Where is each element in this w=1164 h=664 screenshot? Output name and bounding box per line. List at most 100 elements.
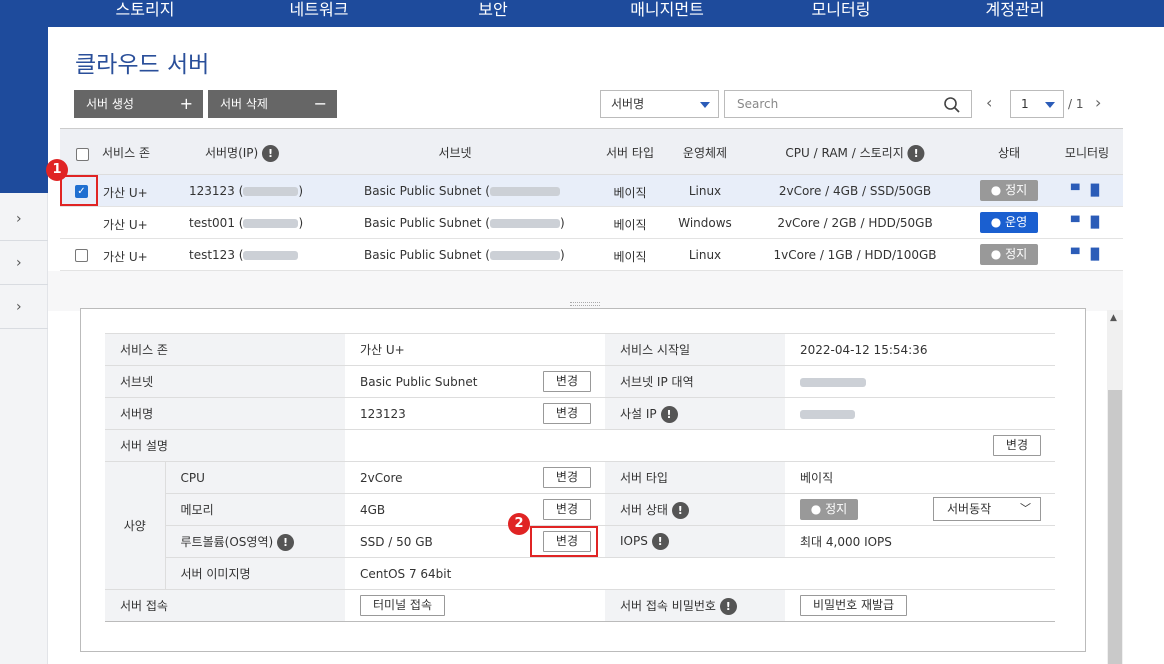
detail-private-ip-value	[785, 397, 1055, 430]
info-icon[interactable]: !	[262, 145, 280, 162]
chart-icon[interactable]: ▐▌	[1086, 216, 1103, 229]
table-row[interactable]: 가산 U+ test001 () Basic Public Subnet () …	[60, 207, 1123, 239]
table-row[interactable]: 가산 U+ test123 ( Basic Public Subnet () 베…	[60, 239, 1123, 271]
detail-private-ip-label: 사설 IP	[620, 406, 657, 421]
sidebar-expand-1[interactable]: ›	[0, 197, 48, 241]
col-spec-label: CPU / RAM / 스토리지	[785, 146, 904, 160]
monitoring-icons[interactable]: ▀ ▐▌	[1071, 216, 1103, 229]
detail-subnet-value: Basic Public Subnet	[360, 374, 478, 389]
redacted-subnet	[489, 187, 560, 196]
detail-start-label: 서비스 시작일	[605, 333, 785, 366]
status-text: 정지	[1005, 183, 1028, 197]
col-zone: 서비스 존	[102, 146, 150, 160]
redacted-subnet-ip	[800, 377, 866, 387]
redacted-subnet	[489, 219, 560, 228]
sidebar-expand-3[interactable]: ›	[0, 285, 48, 329]
nav-storage[interactable]: 스토리지	[116, 0, 175, 20]
detail-state-label: 서버 상태	[620, 502, 668, 517]
detail-name-label: 서버명	[105, 397, 345, 430]
server-action-value: 서버동작	[947, 502, 992, 516]
create-server-button[interactable]: 서버 생성 +	[74, 90, 203, 118]
table-row[interactable]: ✓ 가산 U+ 123123 () Basic Public Subnet ( …	[60, 175, 1123, 207]
col-spec: CPU / RAM / 스토리지 !	[785, 144, 925, 162]
search-field-select[interactable]: 서버명	[600, 90, 719, 118]
detail-type-value: 베이직	[785, 461, 1055, 494]
row-name-text: 123123 (	[189, 184, 244, 198]
search-field-value: 서버명	[611, 97, 645, 111]
chart-icon[interactable]: ▐▌	[1086, 184, 1103, 197]
nav-account[interactable]: 계정관리	[986, 0, 1045, 20]
resize-handle[interactable]	[570, 302, 600, 306]
detail-cpu-cell: 2vCore 변경	[345, 461, 605, 494]
nav-monitoring[interactable]: 모니터링	[812, 0, 871, 20]
monitor-icon[interactable]: ▀	[1071, 184, 1079, 197]
info-icon[interactable]: !	[671, 501, 689, 519]
row-subnet-text: Basic Public Subnet (	[364, 248, 490, 262]
search-input[interactable]: Search	[724, 90, 972, 118]
prev-page-icon[interactable]: ‹	[986, 93, 992, 112]
info-icon[interactable]: !	[719, 597, 737, 615]
monitoring-icons[interactable]: ▀ ▐▌	[1071, 184, 1103, 197]
caret-down-icon	[700, 102, 710, 108]
row-checkbox[interactable]	[75, 249, 88, 262]
status-badge: ● 정지	[800, 499, 858, 520]
minus-icon: −	[313, 94, 327, 113]
password-reissue-button[interactable]: 비밀번호 재발급	[800, 595, 908, 616]
monitor-icon[interactable]: ▀	[1071, 248, 1079, 261]
row-spec: 2vCore / 2GB / HDD/50GB	[777, 216, 933, 230]
detail-pw-label-cell: 서버 접속 비밀번호 !	[605, 589, 785, 622]
scroll-up-icon[interactable]: ▲	[1110, 313, 1117, 323]
scrollbar-thumb[interactable]	[1108, 390, 1122, 664]
change-mem-button[interactable]: 변경	[542, 499, 591, 520]
search-placeholder: Search	[737, 97, 779, 111]
server-action-dropdown[interactable]: 서버동작 ﹀	[933, 497, 1041, 521]
row-type: 베이직	[613, 250, 647, 264]
status-text: 정지	[1005, 247, 1028, 261]
nav-network[interactable]: 네트워크	[290, 0, 349, 20]
annotation-badge-2: 2	[508, 513, 530, 535]
row-name: test001 ()	[189, 216, 303, 230]
row-type: 베이직	[613, 218, 647, 232]
monitor-icon[interactable]: ▀	[1071, 216, 1079, 229]
change-cpu-button[interactable]: 변경	[542, 467, 591, 488]
detail-mem-label: 메모리	[164, 493, 345, 526]
delete-server-button[interactable]: 서버 삭제 −	[208, 90, 337, 118]
row-spec: 1vCore / 1GB / HDD/100GB	[773, 248, 937, 262]
change-name-button[interactable]: 변경	[542, 403, 591, 424]
detail-image-label: 서버 이미지명	[164, 557, 345, 590]
change-desc-button[interactable]: 변경	[992, 435, 1041, 456]
row-os: Windows	[678, 216, 732, 230]
detail-subnet-ip-label: 서브넷 IP 대역	[605, 365, 785, 398]
redacted-ip	[243, 187, 299, 196]
nav-security[interactable]: 보안	[478, 0, 507, 20]
detail-state-label-cell: 서버 상태 !	[605, 493, 785, 526]
next-page-icon[interactable]: ›	[1095, 93, 1101, 112]
status-text: 운영	[1005, 215, 1028, 229]
annotation-badge-1: 1	[46, 159, 68, 181]
info-icon[interactable]: !	[660, 405, 678, 423]
info-icon[interactable]: !	[907, 145, 925, 162]
row-subnet-end: )	[559, 248, 565, 262]
page-select[interactable]: 1	[1010, 90, 1064, 118]
search-icon[interactable]	[943, 96, 961, 114]
nav-management[interactable]: 매니지먼트	[630, 0, 704, 20]
create-server-label: 서버 생성	[86, 97, 134, 111]
terminal-access-button[interactable]: 터미널 접속	[360, 595, 446, 616]
monitoring-icons[interactable]: ▀ ▐▌	[1071, 248, 1103, 261]
row-name-text: test001 (	[189, 216, 244, 230]
detail-iops-label: IOPS	[620, 534, 648, 548]
left-sidebar: › › ›	[0, 27, 48, 664]
row-subnet-text: Basic Public Subnet (	[364, 216, 490, 230]
change-subnet-button[interactable]: 변경	[542, 371, 591, 392]
chart-icon[interactable]: ▐▌	[1086, 248, 1103, 261]
chevron-right-icon: ›	[16, 299, 22, 315]
status-badge: ● 정지	[980, 180, 1038, 201]
info-icon[interactable]: !	[651, 533, 669, 550]
select-all-checkbox[interactable]	[76, 148, 89, 161]
detail-pw-label: 서버 접속 비밀번호	[620, 598, 716, 613]
sidebar-expand-2[interactable]: ›	[0, 241, 48, 285]
page-value: 1	[1021, 97, 1029, 111]
info-icon[interactable]: !	[277, 533, 294, 551]
detail-root-value: SSD / 50 GB	[360, 534, 433, 549]
top-nav: 스토리지 네트워크 보안 매니지먼트 모니터링 계정관리	[0, 0, 1164, 27]
